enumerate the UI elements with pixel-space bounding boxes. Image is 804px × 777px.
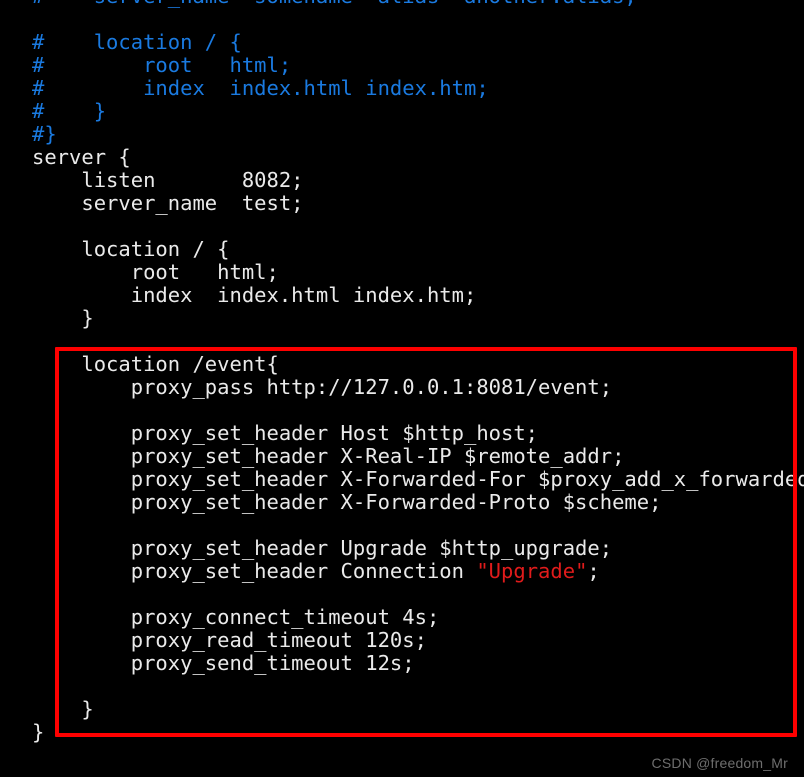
code-line[interactable]: proxy_connect_timeout 4s; — [0, 606, 804, 629]
code-token: } — [32, 306, 94, 330]
code-line[interactable]: server { — [0, 146, 804, 169]
code-token: } — [32, 697, 94, 721]
code-token: index index.html index.htm; — [32, 283, 477, 307]
code-line[interactable]: } — [0, 307, 804, 330]
code-line[interactable]: proxy_set_header Host $http_host; — [0, 422, 804, 445]
code-line[interactable]: # server_name somename alias another.ali… — [0, 0, 804, 8]
code-token: ; — [587, 559, 600, 583]
comment-token: # root html; — [32, 53, 292, 77]
string-literal-token: "Upgrade" — [476, 559, 588, 583]
comment-token: # server_name somename alias another.ali… — [32, 0, 637, 8]
code-line[interactable]: proxy_pass http://127.0.0.1:8081/event; — [0, 376, 804, 399]
code-token: location /event{ — [32, 352, 279, 376]
code-line[interactable]: # index index.html index.htm; — [0, 77, 804, 100]
code-line[interactable]: proxy_set_header X-Real-IP $remote_addr; — [0, 445, 804, 468]
code-token: } — [32, 720, 45, 744]
code-token: proxy_connect_timeout 4s; — [32, 605, 440, 629]
code-token: proxy_set_header Host $http_host; — [32, 421, 539, 445]
code-line[interactable]: proxy_read_timeout 120s; — [0, 629, 804, 652]
comment-token: # } — [32, 99, 107, 123]
code-token: proxy_pass http://127.0.0.1:8081/event; — [32, 375, 613, 399]
code-line[interactable]: proxy_set_header X-Forwarded-Proto $sche… — [0, 491, 804, 514]
code-token: proxy_send_timeout 12s; — [32, 651, 415, 675]
code-line[interactable]: # root html; — [0, 54, 804, 77]
code-token: proxy_set_header X-Forwarded-For $proxy_… — [32, 467, 804, 491]
code-line[interactable]: index index.html index.htm; — [0, 284, 804, 307]
watermark-text: CSDN @freedom_Mr — [651, 755, 788, 771]
code-token: proxy_set_header X-Real-IP $remote_addr; — [32, 444, 625, 468]
code-token: server_name test; — [32, 191, 304, 215]
code-token: root html; — [32, 260, 279, 284]
code-token: proxy_set_header Connection — [32, 559, 477, 583]
code-block[interactable]: # server_name somename alias another.ali… — [0, 0, 804, 744]
code-line[interactable]: # location / { — [0, 31, 804, 54]
code-token: proxy_set_header X-Forwarded-Proto $sche… — [32, 490, 662, 514]
code-token: proxy_read_timeout 120s; — [32, 628, 427, 652]
code-line[interactable]: location /event{ — [0, 353, 804, 376]
code-token: proxy_set_header Upgrade $http_upgrade; — [32, 536, 613, 560]
code-line[interactable]: proxy_set_header Connection "Upgrade"; — [0, 560, 804, 583]
code-line[interactable]: #} — [0, 123, 804, 146]
code-token: listen 8082; — [32, 168, 304, 192]
code-line[interactable]: proxy_set_header X-Forwarded-For $proxy_… — [0, 468, 804, 491]
code-token: location / { — [32, 237, 230, 261]
code-line[interactable]: location / { — [0, 238, 804, 261]
code-line[interactable]: } — [0, 698, 804, 721]
code-line[interactable]: proxy_set_header Upgrade $http_upgrade; — [0, 537, 804, 560]
code-line[interactable]: root html; — [0, 261, 804, 284]
code-line[interactable]: } — [0, 721, 804, 744]
code-line[interactable]: # } — [0, 100, 804, 123]
comment-token: #} — [32, 122, 57, 146]
code-line[interactable]: server_name test; — [0, 192, 804, 215]
code-line[interactable]: proxy_send_timeout 12s; — [0, 652, 804, 675]
comment-token: # location / { — [32, 30, 242, 54]
code-line[interactable]: listen 8082; — [0, 169, 804, 192]
code-token: server { — [32, 145, 131, 169]
comment-token: # index index.html index.htm; — [32, 76, 489, 100]
code-screenshot: # server_name somename alias another.ali… — [0, 0, 804, 777]
